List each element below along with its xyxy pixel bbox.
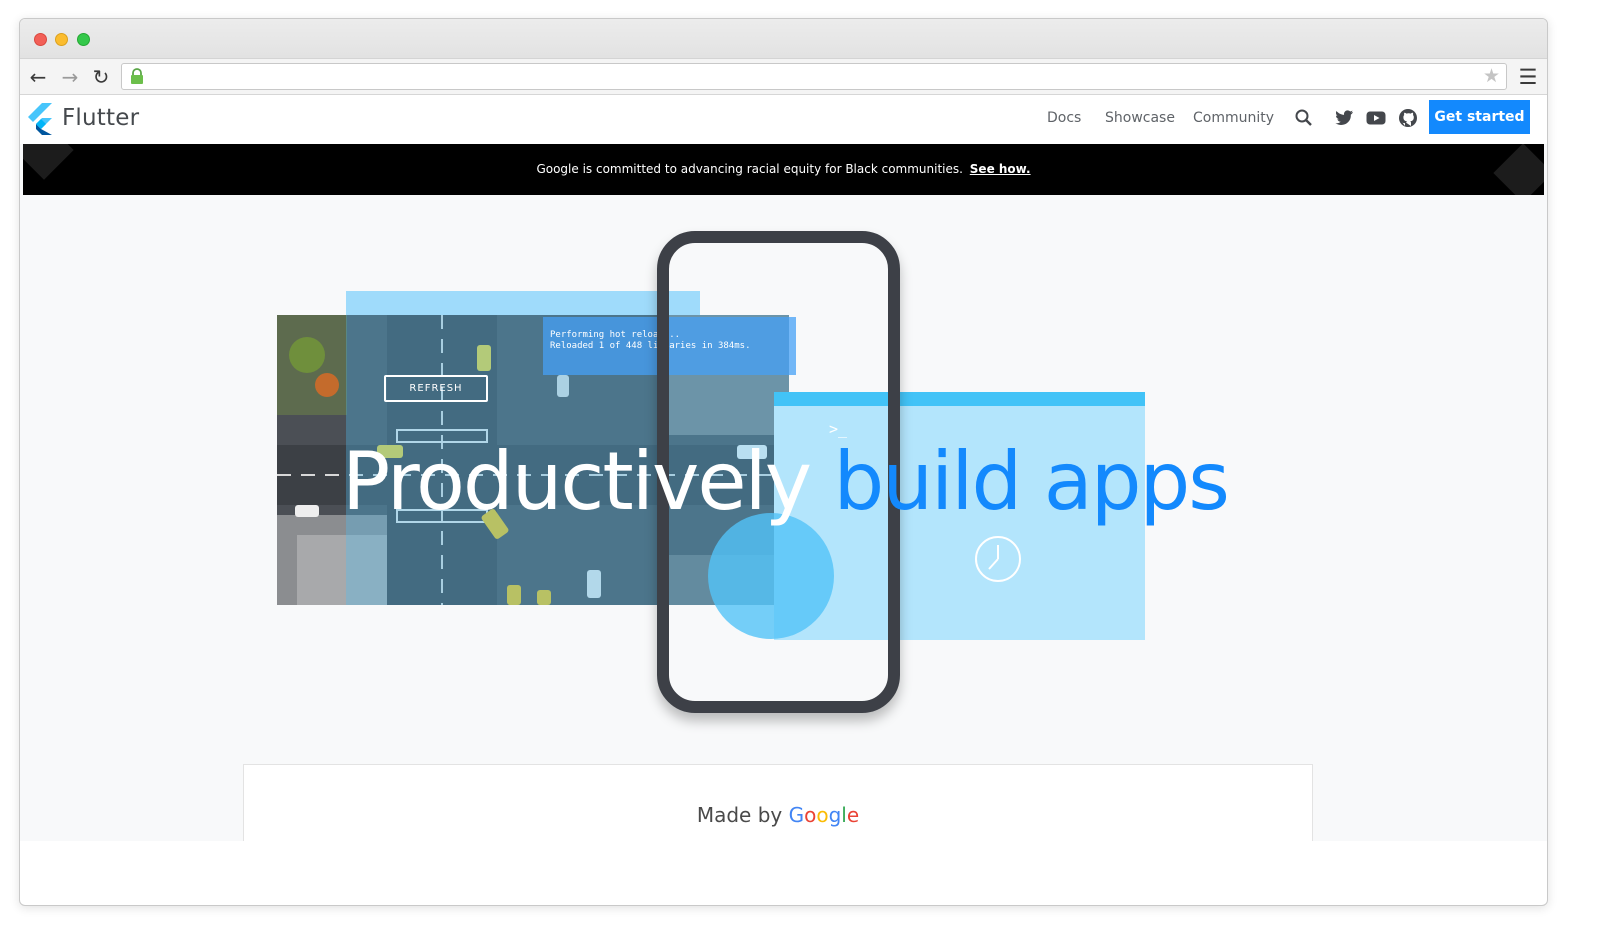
flutter-logo-icon[interactable] <box>26 103 52 135</box>
reload-icon[interactable]: ↻ <box>89 65 113 89</box>
search-icon[interactable] <box>1293 107 1315 129</box>
banner-message: Google is committed to advancing racial … <box>23 162 1544 176</box>
forward-icon[interactable]: → <box>58 65 82 89</box>
github-icon[interactable] <box>1397 107 1419 129</box>
youtube-icon[interactable] <box>1365 107 1387 129</box>
hero-section: Performing hot reload... Reloaded 1 of 4… <box>20 195 1547 795</box>
refresh-button: REFRESH <box>384 375 488 402</box>
nav-showcase[interactable]: Showcase <box>1105 110 1175 126</box>
maximize-window-button[interactable] <box>77 33 90 46</box>
brand-name[interactable]: Flutter <box>62 105 139 131</box>
hero-headline: Productively build apps <box>342 435 1230 528</box>
announcement-banner: Google is committed to advancing racial … <box>23 144 1544 195</box>
google-wordmark[interactable]: Google <box>789 803 860 827</box>
flutter-page: Flutter Docs Showcase Community Get star… <box>20 96 1547 841</box>
browser-window: ← → ↻ ★ ☰ Flutter Docs Showcase Communit… <box>19 18 1548 906</box>
banner-see-how-link[interactable]: See how. <box>970 162 1031 176</box>
nav-docs[interactable]: Docs <box>1047 110 1081 126</box>
get-started-button[interactable]: Get started <box>1429 100 1530 134</box>
star-icon[interactable]: ★ <box>1483 65 1500 87</box>
address-bar[interactable]: ★ <box>121 63 1507 90</box>
title-bar <box>20 19 1547 59</box>
site-header: Flutter Docs Showcase Community Get star… <box>20 96 1547 144</box>
browser-toolbar: ← → ↻ ★ ☰ <box>20 59 1547 95</box>
minimize-window-button[interactable] <box>55 33 68 46</box>
banner-text: Google is committed to advancing racial … <box>536 162 963 176</box>
nav-community[interactable]: Community <box>1193 110 1274 126</box>
clock-icon <box>975 536 1021 582</box>
twitter-icon[interactable] <box>1333 107 1355 129</box>
menu-icon[interactable]: ☰ <box>1516 65 1540 89</box>
close-window-button[interactable] <box>34 33 47 46</box>
made-by-google: Made by Google <box>244 803 1312 827</box>
back-icon[interactable]: ← <box>26 65 50 89</box>
lock-icon <box>131 68 143 84</box>
made-by-card: Made by Google <box>243 764 1313 841</box>
headline-part-2: build apps <box>833 435 1230 528</box>
made-by-text: Made by <box>696 803 783 827</box>
headline-part-1: Productively <box>342 435 812 528</box>
